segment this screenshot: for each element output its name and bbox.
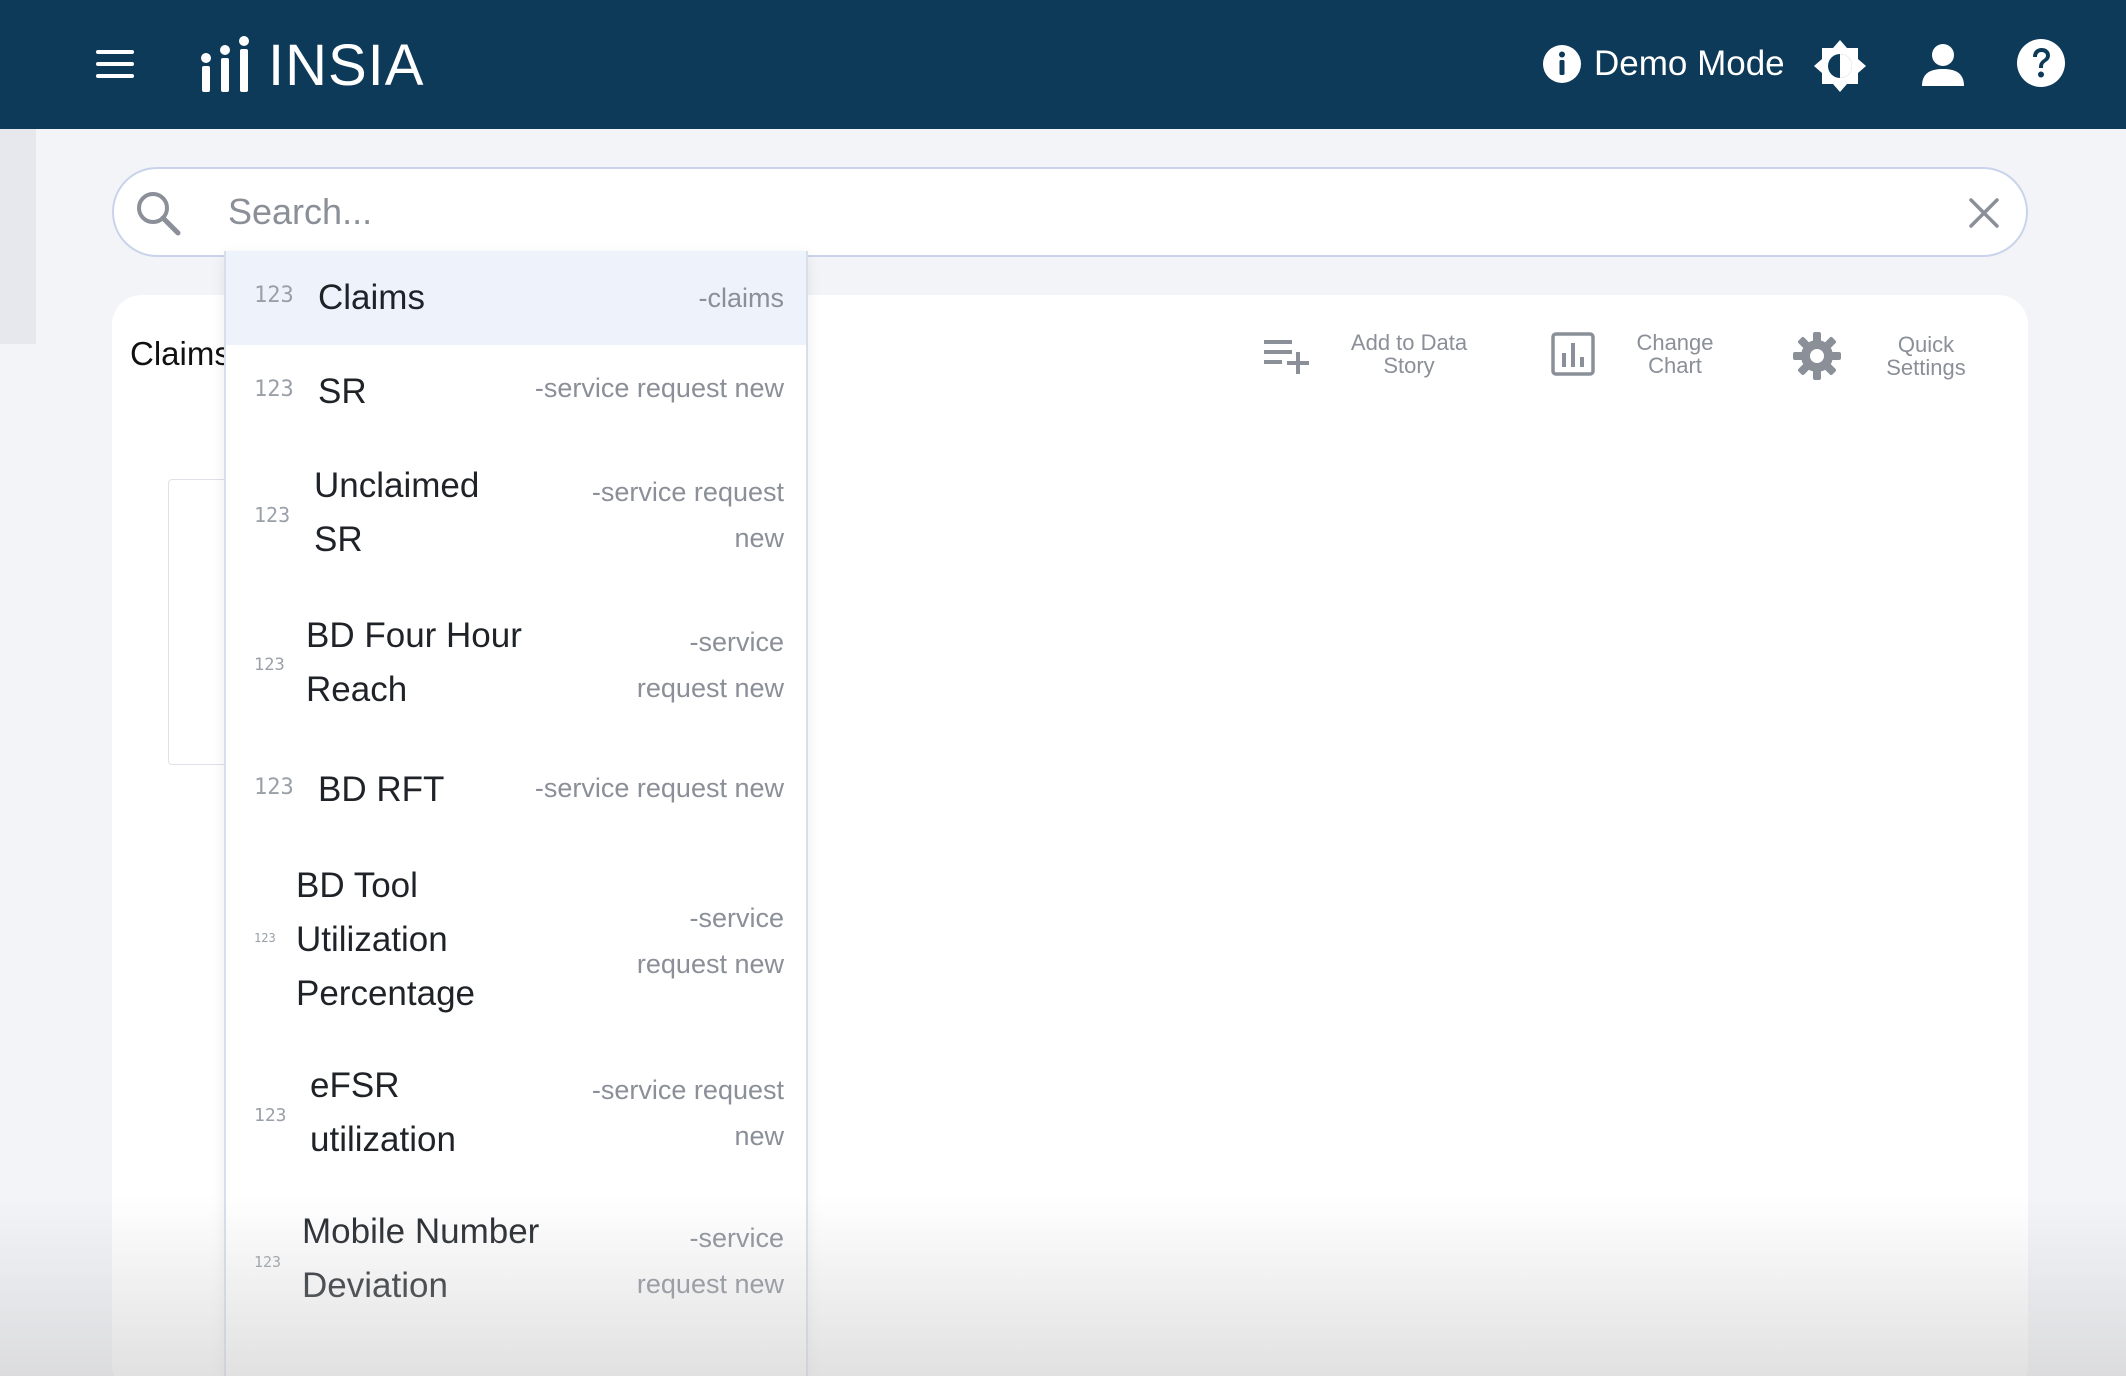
search-icon [137, 192, 181, 236]
numeric-type-icon: 123 [254, 283, 294, 308]
brightness-icon[interactable] [1812, 38, 1868, 94]
playlist-add-icon [1264, 340, 1309, 374]
suggestion-item[interactable]: 123 Unclaimed SR -service request new [226, 441, 806, 591]
suggestion-source: -service request new [534, 373, 784, 403]
add-to-data-story-label: Add to Data Story [1350, 330, 1468, 378]
suggestion-item[interactable]: 123 BD Tool Utilization Percentage -serv… [226, 839, 806, 1039]
numeric-type-icon: 123 [254, 775, 294, 800]
quick-settings-button[interactable]: Quick Settings [1792, 331, 1976, 381]
suggestion-item[interactable]: 123 eFSR utilization -service request ne… [226, 1039, 806, 1187]
user-icon[interactable] [1920, 42, 1966, 88]
numeric-type-icon: 123 [254, 377, 294, 402]
menu-icon[interactable] [96, 50, 134, 78]
suggestion-source: -service request new [591, 477, 784, 553]
card-title: Claims [130, 335, 231, 372]
numeric-type-icon: 123 [254, 1105, 287, 1126]
suggestion-name: BD Four Hour Reach [306, 616, 522, 709]
help-icon[interactable] [2016, 38, 2066, 88]
info-icon [1543, 45, 1581, 83]
suggestion-name: Mobile Number Deviation [302, 1212, 540, 1305]
search-input[interactable] [228, 183, 1828, 241]
suggestion-name: BD RFT [318, 770, 445, 809]
numeric-type-icon: 123 [254, 931, 276, 945]
demo-mode-button[interactable]: Demo Mode [1542, 40, 1785, 88]
suggestion-name: Claims [318, 278, 425, 317]
add-to-data-story-button[interactable]: Add to Data Story [1262, 331, 1474, 377]
suggestion-source: -service request new [591, 1075, 784, 1151]
suggestion-name: eFSR utilization [310, 1066, 456, 1159]
suggestion-item[interactable]: 123 Mobile Number Deviation -service req… [226, 1187, 806, 1337]
app-logo[interactable]: INSIA [200, 33, 425, 98]
suggestion-item[interactable]: 123 BD Four Hour Reach -service request … [226, 591, 806, 741]
suggestion-source: -service request new [636, 1223, 784, 1299]
change-chart-label: Change Chart [1636, 330, 1714, 378]
suggestion-name: SR [318, 372, 367, 411]
gear-icon [1793, 332, 1841, 380]
numeric-type-icon: 123 [254, 1253, 282, 1271]
suggestion-source: -claims [698, 283, 785, 313]
suggestion-source: -service request new [636, 627, 784, 703]
bar-chart-icon [1551, 332, 1595, 376]
suggestion-item[interactable]: 123 Claims -claims [226, 251, 806, 345]
suggestion-item[interactable]: 123 SR -service request new [226, 345, 806, 441]
quick-settings-label: Quick Settings [1886, 332, 1966, 380]
search-bar [112, 167, 2028, 257]
suggestion-source: -service request new [534, 773, 784, 803]
close-icon[interactable] [1966, 195, 2002, 231]
numeric-type-icon: 123 [254, 655, 285, 675]
demo-mode-label: Demo Mode [1594, 44, 1785, 83]
suggestion-source: -service request new [636, 903, 784, 979]
insia-logo-icon [201, 36, 249, 92]
suggestion-name: BD Tool Utilization Percentage [296, 866, 476, 1013]
search-suggestions-dropdown: 123 Claims -claims 123 SR -service reque… [224, 251, 808, 1376]
app-name: INSIA [268, 32, 425, 98]
left-panel-edge [0, 129, 36, 344]
suggestion-name: Unclaimed SR [314, 466, 480, 559]
top-app-bar: INSIA Demo Mode [0, 0, 2126, 129]
numeric-type-icon: 123 [254, 503, 291, 527]
change-chart-button[interactable]: Change Chart [1550, 331, 1720, 377]
suggestion-item[interactable]: 123 BD RFT -service request new [226, 741, 806, 839]
